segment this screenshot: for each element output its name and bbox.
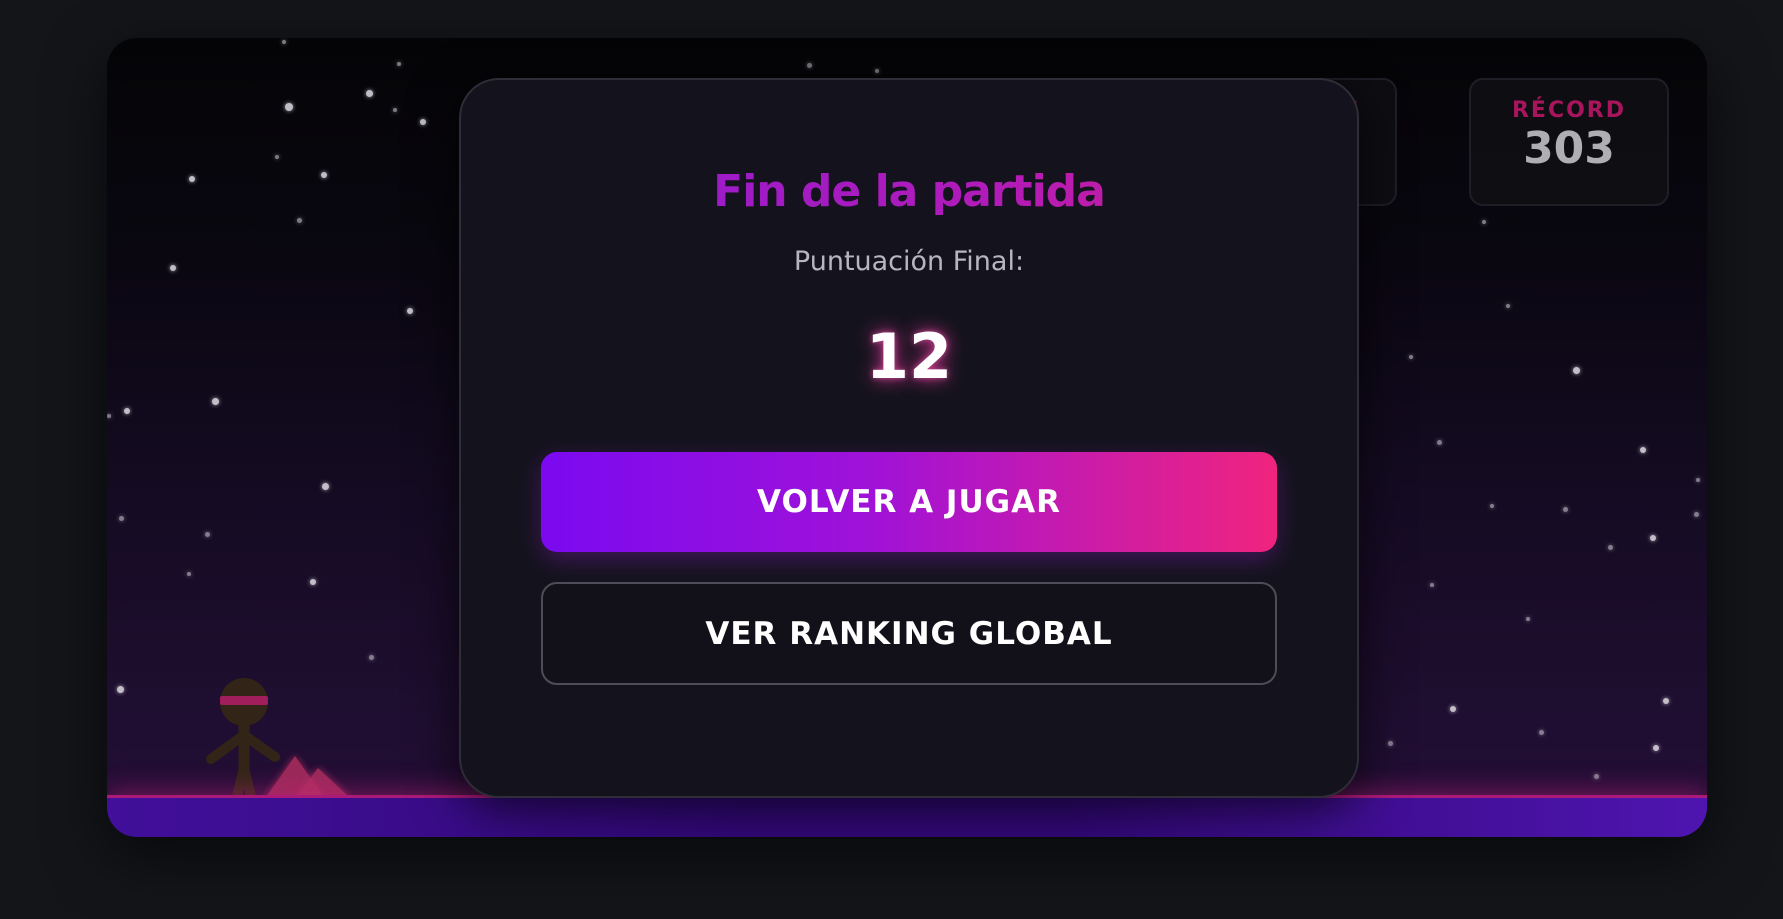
final-score-label: Puntuación Final: xyxy=(793,246,1025,277)
modal-title: Fin de la partida xyxy=(461,166,1357,217)
game-over-modal: Fin de la partida Puntuación Final: 12 V… xyxy=(459,78,1359,798)
play-again-button[interactable]: VOLVER A JUGAR xyxy=(541,452,1277,552)
game-canvas[interactable]: OS RÉCORD 303 F xyxy=(107,38,1707,837)
final-score-value: 12 xyxy=(865,320,953,393)
global-ranking-button[interactable]: VER RANKING GLOBAL xyxy=(541,582,1277,685)
